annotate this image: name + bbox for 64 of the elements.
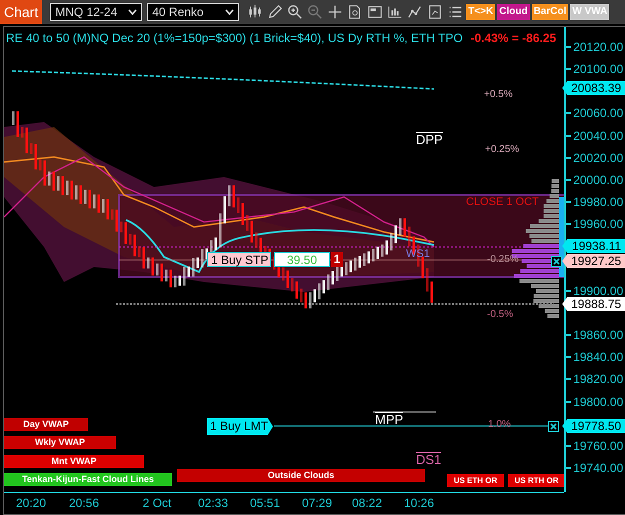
chart-note: CLOSE 1 OCT bbox=[466, 196, 539, 208]
list-icon[interactable] bbox=[447, 4, 464, 20]
close-icon[interactable] bbox=[551, 256, 562, 267]
time-axis-label: 05:51 bbox=[250, 496, 280, 510]
axis-tick-label: 20060.00 bbox=[566, 106, 624, 120]
order-quantity[interactable]: 1 bbox=[331, 252, 343, 267]
pivot-label: DPP bbox=[416, 132, 443, 147]
price-marker: 19927.25 bbox=[562, 254, 625, 268]
order-label[interactable]: 1 Buy STP bbox=[207, 252, 271, 267]
axis-tick-label: 19860.00 bbox=[566, 328, 624, 342]
chart-header: RE 40 to 50 (M)NQ Dec 20 (1%=150p=$300) (1 Brick=$40), US Dy RTH %, ETH TPO bbox=[6, 31, 463, 45]
caret-icon[interactable] bbox=[128, 9, 138, 15]
percent-label: -0.5% bbox=[487, 309, 514, 320]
price-marker: 19938.11 bbox=[562, 239, 625, 253]
legend-badge[interactable]: Mnt VWAP bbox=[4, 455, 144, 468]
order-label[interactable]: 1 Buy LMT bbox=[207, 418, 273, 435]
axis-tick-label: 19740.00 bbox=[566, 461, 624, 476]
axis-tick-label: 19820.00 bbox=[566, 372, 624, 386]
axis-tick-label: 19900.00 bbox=[566, 284, 624, 298]
time-axis-label: 2 Oct bbox=[142, 496, 172, 510]
legend-badge[interactable]: US RTH OR bbox=[508, 474, 564, 487]
chart-note: WS1 bbox=[406, 248, 430, 260]
time-axis-label: 07:29 bbox=[302, 496, 332, 510]
time-axis-label: 20:20 bbox=[16, 496, 46, 510]
percent-label: +0.5% bbox=[484, 89, 513, 100]
price-marker: 20083.39 bbox=[562, 81, 625, 95]
axis-tick-label: 19980.00 bbox=[566, 195, 624, 210]
window-title: Chart bbox=[0, 0, 42, 24]
legend-badge[interactable]: Wkly VWAP bbox=[4, 436, 116, 449]
axis-tick-label: 20020.00 bbox=[566, 150, 624, 165]
crosshair-icon[interactable] bbox=[327, 4, 344, 20]
pivot-label: MPP bbox=[375, 412, 404, 427]
axis-tick-label: 19960.00 bbox=[566, 217, 624, 232]
bar-chart-icon[interactable] bbox=[387, 4, 404, 20]
caret-icon[interactable] bbox=[225, 9, 234, 15]
axis-tick-label: 19800.00 bbox=[566, 394, 624, 409]
zoom-in-icon[interactable] bbox=[287, 4, 304, 20]
close-icon[interactable] bbox=[548, 421, 559, 432]
dropdown[interactable]: MNQ 12-24 bbox=[50, 3, 142, 21]
dropdown[interactable]: 40 Renko bbox=[147, 3, 240, 21]
time-axis-label: 02:33 bbox=[198, 496, 228, 510]
legend-badge[interactable]: Outside Clouds bbox=[177, 469, 425, 482]
legend-badge[interactable]: Day VWAP bbox=[4, 418, 88, 431]
axis-tick-label: 19760.00 bbox=[566, 438, 624, 453]
line-chart-icon[interactable] bbox=[407, 4, 424, 20]
axis-tick-label: 20100.00 bbox=[566, 62, 624, 76]
percent-label: +0.25% bbox=[485, 144, 520, 155]
legend-badge[interactable]: US ETH OR bbox=[447, 474, 504, 487]
pencil-icon[interactable] bbox=[267, 4, 284, 20]
change-value: -0.43% = -86.25 bbox=[470, 31, 556, 45]
candlestick-icon[interactable] bbox=[247, 4, 264, 20]
toggle-button[interactable]: Cloud bbox=[497, 4, 530, 20]
time-axis-label: 20:56 bbox=[68, 496, 100, 510]
time-axis-label: 08:22 bbox=[352, 496, 382, 510]
price-marker: 19888.75 bbox=[562, 297, 625, 311]
axis-tick-label: 20000.00 bbox=[566, 172, 624, 187]
time-axis-label: 10:26 bbox=[404, 496, 434, 510]
axis-tick-label: 19840.00 bbox=[566, 350, 624, 364]
price-marker: 19778.50 bbox=[562, 419, 625, 433]
order-line[interactable] bbox=[274, 425, 549, 427]
axis-tick-label: 20040.00 bbox=[566, 128, 624, 143]
axis-tick-label: 20120.00 bbox=[566, 40, 624, 54]
pivot-label: DS1 bbox=[416, 452, 442, 467]
data-box-icon[interactable] bbox=[367, 4, 384, 20]
